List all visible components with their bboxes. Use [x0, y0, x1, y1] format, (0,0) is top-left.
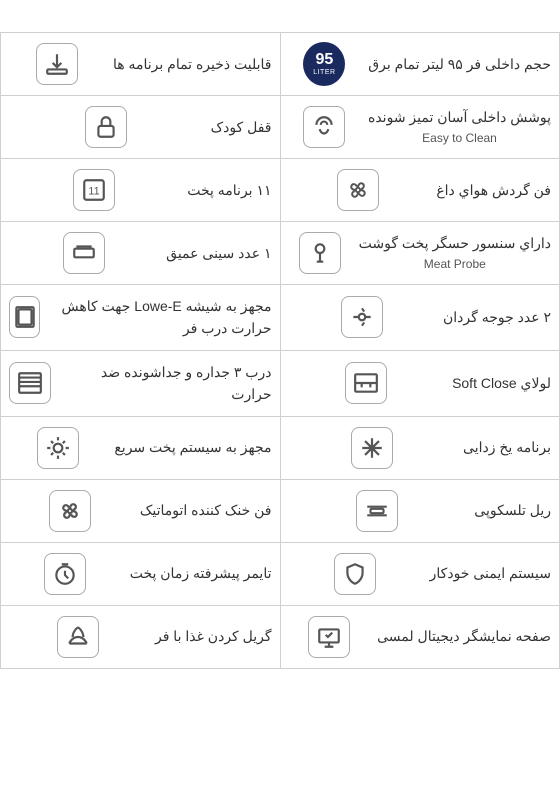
timer-icon — [44, 553, 86, 595]
feature-text-left: مجهز به سیستم پخت سریع — [114, 436, 271, 458]
touch-display-icon — [308, 616, 350, 658]
feature-text-left: قابلیت ذخیره تمام برنامه ها — [113, 53, 272, 75]
table-row: صفحه نمایشگر دیجیتال لمسی گریل کردن غذا ب… — [1, 605, 560, 668]
feature-text-right: فن گردش هواي داغ — [436, 179, 551, 201]
table-row: سیستم ایمنی خودکار تایمر پیشرفته زمان پخت — [1, 542, 560, 605]
feature-text-right: صفحه نمایشگر دیجیتال لمسی — [377, 625, 551, 647]
feature-text-left: قفل کودک — [211, 116, 272, 138]
feature-text-right: برنامه یخ زدایی — [463, 436, 551, 458]
feature-text-right: ۲ عدد جوجه گردان — [443, 306, 551, 328]
rotisserie-icon — [341, 296, 383, 338]
title-area — [0, 0, 560, 32]
triple-door-icon — [9, 362, 51, 404]
svg-text:11: 11 — [88, 185, 99, 197]
safety-icon — [334, 553, 376, 595]
feature-text-right: پوشش داخلی آسان تمیز شوندهEasy to Clean — [368, 106, 551, 148]
lock-icon — [85, 106, 127, 148]
table-row: لولاي Soft Close درب ۳ جداره و جداشونده ض… — [1, 350, 560, 416]
feature-text-right: سیستم ایمنی خودکار — [430, 562, 551, 584]
feature-text-left: فن خنک کننده اتوماتیک — [140, 499, 272, 521]
feature-text-left: ۱۱ برنامه پخت — [187, 179, 271, 201]
rapid-cook-icon — [37, 427, 79, 469]
feature-text-left: ۱ عدد سینی عمیق — [166, 242, 271, 264]
table-row: داراي سنسور حسگر پخت گوشتMeat Probe ۱ عدد… — [1, 222, 560, 285]
features-table: حجم داخلی فر ۹۵ لیتر تمام برق 95LITER قابل… — [0, 32, 560, 669]
hand-wash-icon — [303, 106, 345, 148]
feature-text-left: مجهز به شیشه Lowe-E جهت کاهش حرارت درب ف… — [48, 295, 271, 340]
feature-text-right: ریل تلسکوپی — [474, 499, 551, 521]
feature-text-right: حجم داخلی فر ۹۵ لیتر تمام برق — [368, 53, 551, 75]
feature-text-right: لولاي Soft Close — [452, 372, 551, 394]
feature-text-left: تایمر پیشرفته زمان پخت — [130, 562, 272, 584]
feature-text-left: درب ۳ جداره و جداشونده ضد حرارت — [59, 361, 272, 406]
grill-icon — [57, 616, 99, 658]
cooling-fan-icon — [49, 490, 91, 532]
download-icon — [36, 43, 78, 85]
eleven-icon: 11 — [73, 169, 115, 211]
table-row: حجم داخلی فر ۹۵ لیتر تمام برق 95LITER قابل… — [1, 33, 560, 96]
glass-door-icon — [9, 296, 40, 338]
table-row: برنامه یخ زدایی مجهز به سیستم پخت سریع — [1, 416, 560, 479]
table-row: ۲ عدد جوجه گردان مجهز به شیشه Lowe-E جهت … — [1, 285, 560, 351]
meat-probe-icon — [299, 232, 341, 274]
table-row: فن گردش هواي داغ ۱۱ برنامه پخت 11 — [1, 159, 560, 222]
rail-icon — [356, 490, 398, 532]
defrost-icon — [351, 427, 393, 469]
table-row: پوشش داخلی آسان تمیز شوندهEasy to Clean ق… — [1, 96, 560, 159]
tray-icon — [63, 232, 105, 274]
table-row: ریل تلسکوپی فن خنک کننده اتوماتیک — [1, 479, 560, 542]
fan-icon — [337, 169, 379, 211]
feature-text-right: داراي سنسور حسگر پخت گوشتMeat Probe — [359, 232, 551, 274]
badge95-icon: 95LITER — [303, 43, 345, 85]
feature-text-left: گریل کردن غذا با فر — [155, 625, 272, 647]
soft-close-icon — [345, 362, 387, 404]
